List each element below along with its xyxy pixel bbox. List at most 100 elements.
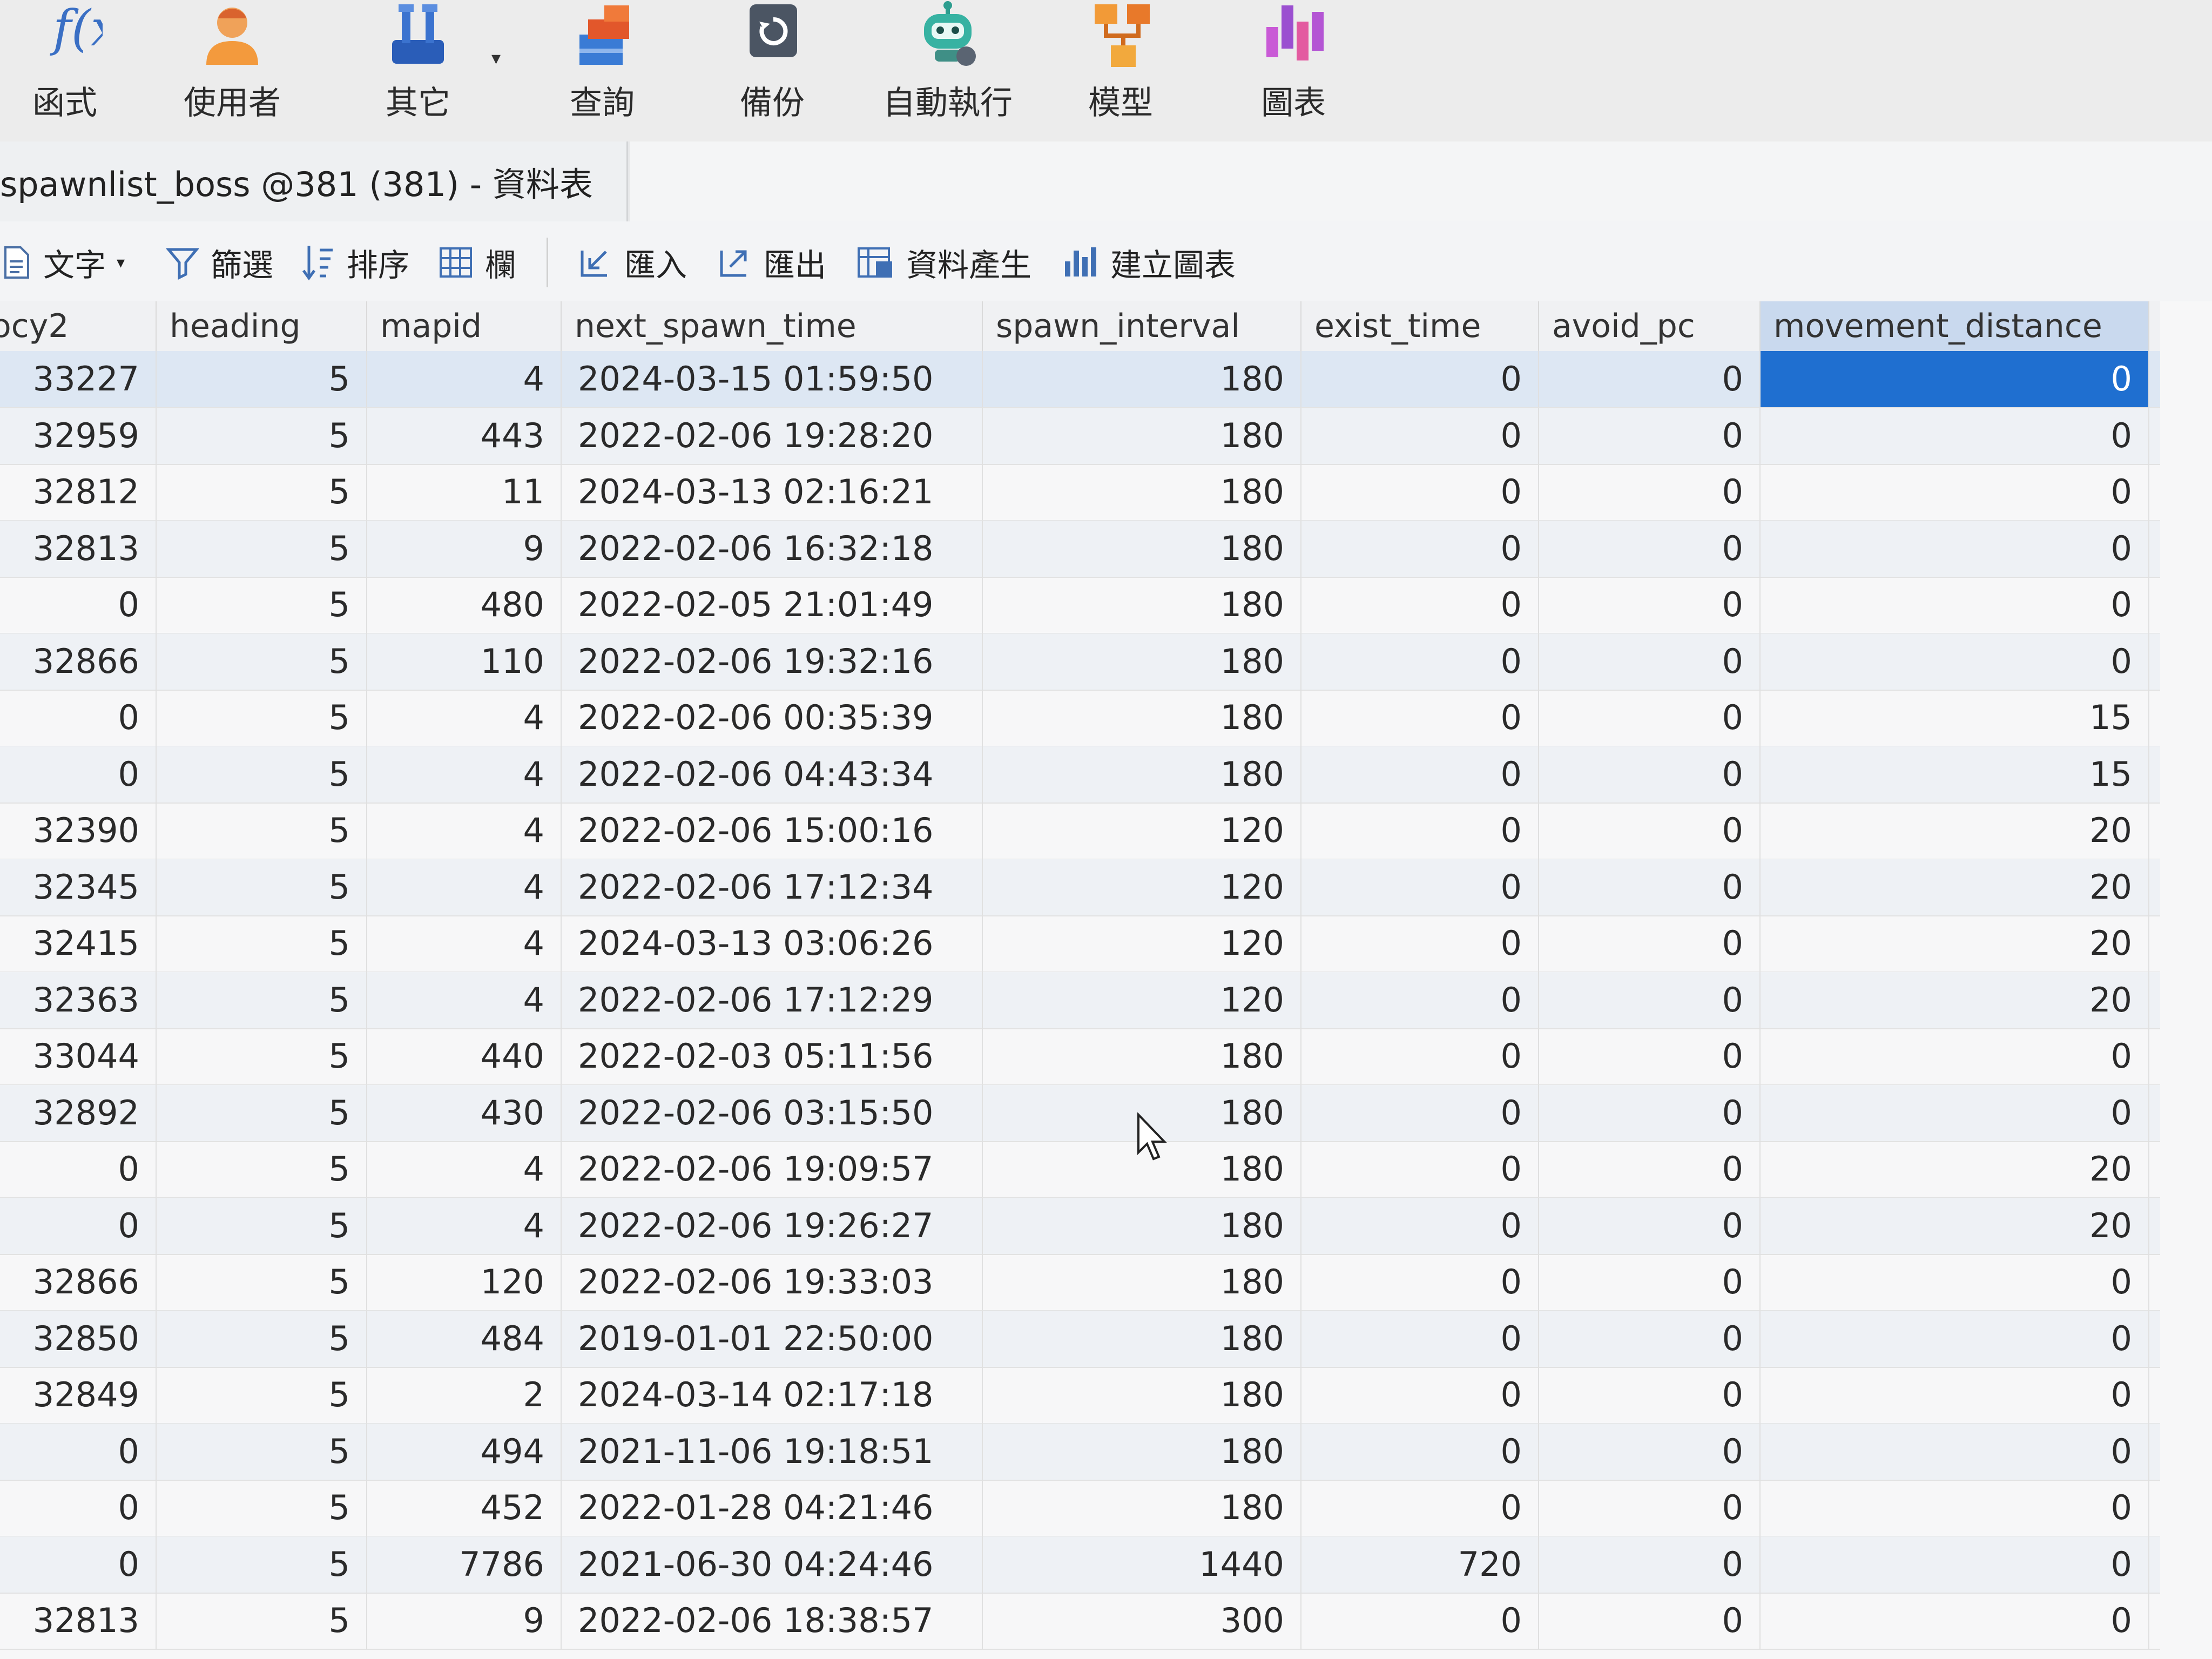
table-row[interactable]: 0 5 494 2021-11-06 19:18:51 180 0 0 0	[0, 1423, 2160, 1481]
table-row[interactable]: 0 5 452 2022-01-28 04:21:46 180 0 0 0	[0, 1480, 2160, 1537]
cell-movement-distance[interactable]: 20	[1761, 859, 2149, 915]
cell-exist-time[interactable]: 0	[1301, 1310, 1539, 1367]
export-button[interactable]: 匯出	[717, 241, 826, 284]
cell-avoid-pc[interactable]: 0	[1539, 802, 1761, 859]
cell-spawn-interval[interactable]: 180	[983, 464, 1301, 520]
cell-exist-time[interactable]: 0	[1301, 351, 1539, 407]
cell-heading[interactable]: 5	[157, 633, 367, 690]
cell-avoid-pc[interactable]: 0	[1539, 1197, 1761, 1254]
cell-exist-time[interactable]: 0	[1301, 972, 1539, 1028]
cell-exist-time[interactable]: 0	[1301, 1367, 1539, 1423]
cell-movement-distance[interactable]: 20	[1761, 802, 2149, 859]
cell-ocy2[interactable]: 32850	[0, 1310, 157, 1367]
columns-button[interactable]: 欄	[439, 241, 516, 284]
table-row[interactable]: 0 5 7786 2021-06-30 04:24:46 1440 720 0 0	[0, 1536, 2160, 1594]
cell-spawn-interval[interactable]: 120	[983, 802, 1301, 859]
cell-movement-distance[interactable]: 0	[1761, 407, 2149, 464]
table-row[interactable]: 32345 5 4 2022-02-06 17:12:34 120 0 0 20	[0, 859, 2160, 916]
cell-spawn-interval[interactable]: 120	[983, 859, 1301, 915]
table-row[interactable]: 32813 5 9 2022-02-06 18:38:57 300 0 0 0	[0, 1593, 2160, 1650]
cell-exist-time[interactable]: 0	[1301, 1197, 1539, 1254]
cell-exist-time[interactable]: 0	[1301, 1028, 1539, 1084]
cell-mapid[interactable]: 7786	[367, 1536, 562, 1593]
import-button[interactable]: 匯入	[578, 241, 687, 284]
cell-next-spawn-time[interactable]: 2024-03-13 03:06:26	[562, 915, 983, 972]
cell-avoid-pc[interactable]: 0	[1539, 1254, 1761, 1310]
cell-spawn-interval[interactable]: 180	[983, 690, 1301, 746]
cell-heading[interactable]: 5	[157, 1480, 367, 1536]
cell-ocy2[interactable]: 32866	[0, 1254, 157, 1310]
column-header-heading[interactable]: heading	[157, 301, 367, 351]
cell-movement-distance[interactable]: 20	[1761, 915, 2149, 972]
cell-ocy2[interactable]: 0	[0, 1423, 157, 1480]
cell-ocy2[interactable]: 0	[0, 1197, 157, 1254]
cell-next-spawn-time[interactable]: 2022-02-06 19:33:03	[562, 1254, 983, 1310]
cell-ocy2[interactable]: 0	[0, 577, 157, 633]
cell-heading[interactable]: 5	[157, 351, 367, 407]
cell-next-spawn-time[interactable]: 2024-03-15 01:59:50	[562, 351, 983, 407]
cell-avoid-pc[interactable]: 0	[1539, 972, 1761, 1028]
ribbon-automation-button[interactable]: 自動執行	[878, 0, 1018, 135]
cell-heading[interactable]: 5	[157, 1254, 367, 1310]
cell-next-spawn-time[interactable]: 2022-02-06 00:35:39	[562, 690, 983, 746]
cell-movement-distance[interactable]: 0	[1761, 1028, 2149, 1084]
cell-exist-time[interactable]: 0	[1301, 520, 1539, 577]
cell-mapid[interactable]: 2	[367, 1367, 562, 1423]
column-header-spawn-interval[interactable]: spawn_interval	[983, 301, 1301, 351]
cell-ocy2[interactable]: 0	[0, 1536, 157, 1593]
cell-next-spawn-time[interactable]: 2022-02-06 19:26:27	[562, 1197, 983, 1254]
cell-movement-distance[interactable]: 0	[1761, 1423, 2149, 1480]
cell-ocy2[interactable]: 32849	[0, 1367, 157, 1423]
cell-mapid[interactable]: 4	[367, 859, 562, 915]
cell-spawn-interval[interactable]: 180	[983, 407, 1301, 464]
cell-avoid-pc[interactable]: 0	[1539, 746, 1761, 802]
cell-ocy2[interactable]: 32415	[0, 915, 157, 972]
cell-mapid[interactable]: 452	[367, 1480, 562, 1536]
cell-ocy2[interactable]: 32812	[0, 464, 157, 520]
cell-heading[interactable]: 5	[157, 859, 367, 915]
cell-next-spawn-time[interactable]: 2022-02-03 05:11:56	[562, 1028, 983, 1084]
cell-exist-time[interactable]: 0	[1301, 577, 1539, 633]
cell-heading[interactable]: 5	[157, 1536, 367, 1593]
cell-next-spawn-time[interactable]: 2022-02-06 17:12:29	[562, 972, 983, 1028]
create-chart-button[interactable]: 建立圖表	[1063, 241, 1236, 284]
ribbon-other-button[interactable]: 其它	[348, 0, 488, 135]
cell-movement-distance[interactable]: 0	[1761, 351, 2149, 407]
cell-next-spawn-time[interactable]: 2022-01-28 04:21:46	[562, 1480, 983, 1536]
cell-avoid-pc[interactable]: 0	[1539, 1310, 1761, 1367]
cell-mapid[interactable]: 4	[367, 972, 562, 1028]
table-row[interactable]: 0 5 4 2022-02-06 04:43:34 180 0 0 15	[0, 746, 2160, 804]
cell-heading[interactable]: 5	[157, 1197, 367, 1254]
filter-button[interactable]: 篩選	[166, 241, 273, 284]
table-row[interactable]: 32813 5 9 2022-02-06 16:32:18 180 0 0 0	[0, 520, 2160, 578]
cell-next-spawn-time[interactable]: 2021-11-06 19:18:51	[562, 1423, 983, 1480]
text-button[interactable]: 文字 ▾	[2, 241, 125, 284]
cell-exist-time[interactable]: 0	[1301, 1254, 1539, 1310]
table-row[interactable]: 33044 5 440 2022-02-03 05:11:56 180 0 0 0	[0, 1028, 2160, 1085]
cell-heading[interactable]: 5	[157, 1084, 367, 1141]
cell-movement-distance[interactable]: 0	[1761, 1480, 2149, 1536]
cell-exist-time[interactable]: 0	[1301, 690, 1539, 746]
cell-exist-time[interactable]: 720	[1301, 1536, 1539, 1593]
cell-avoid-pc[interactable]: 0	[1539, 351, 1761, 407]
cell-movement-distance[interactable]: 20	[1761, 1197, 2149, 1254]
cell-avoid-pc[interactable]: 0	[1539, 520, 1761, 577]
cell-mapid[interactable]: 4	[367, 915, 562, 972]
cell-spawn-interval[interactable]: 180	[983, 351, 1301, 407]
table-row[interactable]: 33227 5 4 2024-03-15 01:59:50 180 0 0 0	[0, 351, 2160, 408]
cell-movement-distance[interactable]: 0	[1761, 1367, 2149, 1423]
cell-movement-distance[interactable]: 0	[1761, 464, 2149, 520]
ribbon-model-button[interactable]: 模型	[1050, 0, 1191, 135]
ribbon-backup-button[interactable]: 備份	[702, 0, 842, 135]
cell-spawn-interval[interactable]: 180	[983, 1310, 1301, 1367]
cell-spawn-interval[interactable]: 180	[983, 633, 1301, 690]
cell-heading[interactable]: 5	[157, 464, 367, 520]
cell-movement-distance[interactable]: 0	[1761, 520, 2149, 577]
cell-next-spawn-time[interactable]: 2024-03-14 02:17:18	[562, 1367, 983, 1423]
column-header-exist-time[interactable]: exist_time	[1301, 301, 1539, 351]
cell-exist-time[interactable]: 0	[1301, 859, 1539, 915]
cell-exist-time[interactable]: 0	[1301, 802, 1539, 859]
ribbon-chart-button[interactable]: 圖表	[1223, 0, 1364, 135]
sort-button[interactable]: 排序	[302, 241, 409, 284]
cell-ocy2[interactable]: 32390	[0, 802, 157, 859]
